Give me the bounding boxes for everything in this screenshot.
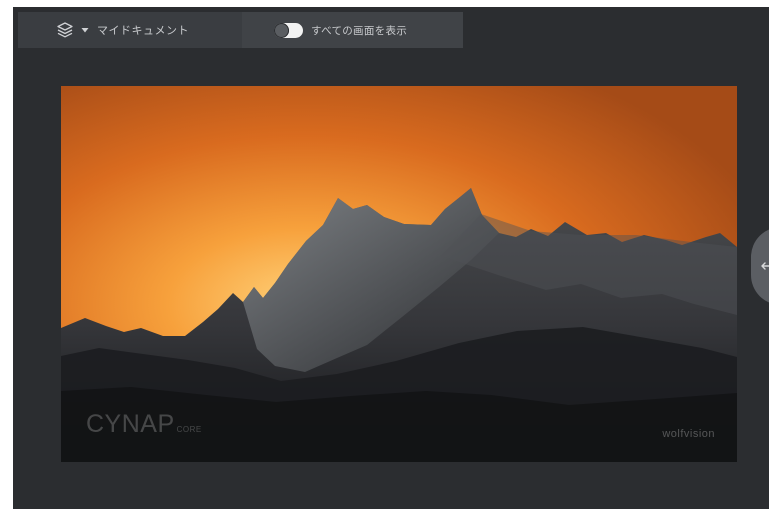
layers-icon	[56, 21, 74, 39]
side-panel-handle[interactable]	[751, 227, 769, 305]
toggle-knob	[274, 22, 289, 38]
source-selector[interactable]: マイドキュメント	[18, 12, 242, 48]
source-label: マイドキュメント	[97, 24, 189, 37]
presentation-window: マイドキュメント すべての画面を表示 CYNAP CORE wolfvision	[13, 7, 769, 509]
arrow-left-icon	[761, 262, 769, 270]
show-all-screens-label: すべての画面を表示	[311, 24, 408, 37]
show-all-screens-toggle[interactable]	[274, 22, 303, 38]
mountain-sunset-image	[61, 86, 737, 462]
cynap-logo: CYNAP CORE	[86, 410, 202, 439]
wolfvision-logo: wolfvision	[662, 428, 715, 440]
screen-preview[interactable]: CYNAP CORE wolfvision	[61, 86, 737, 462]
cynap-logo-sub: CORE	[176, 425, 202, 434]
cynap-logo-main: CYNAP	[86, 410, 175, 438]
toolbar: マイドキュメント すべての画面を表示	[18, 12, 463, 48]
show-all-screens-control: すべての画面を表示	[242, 12, 463, 48]
caret-down-icon	[81, 26, 89, 34]
